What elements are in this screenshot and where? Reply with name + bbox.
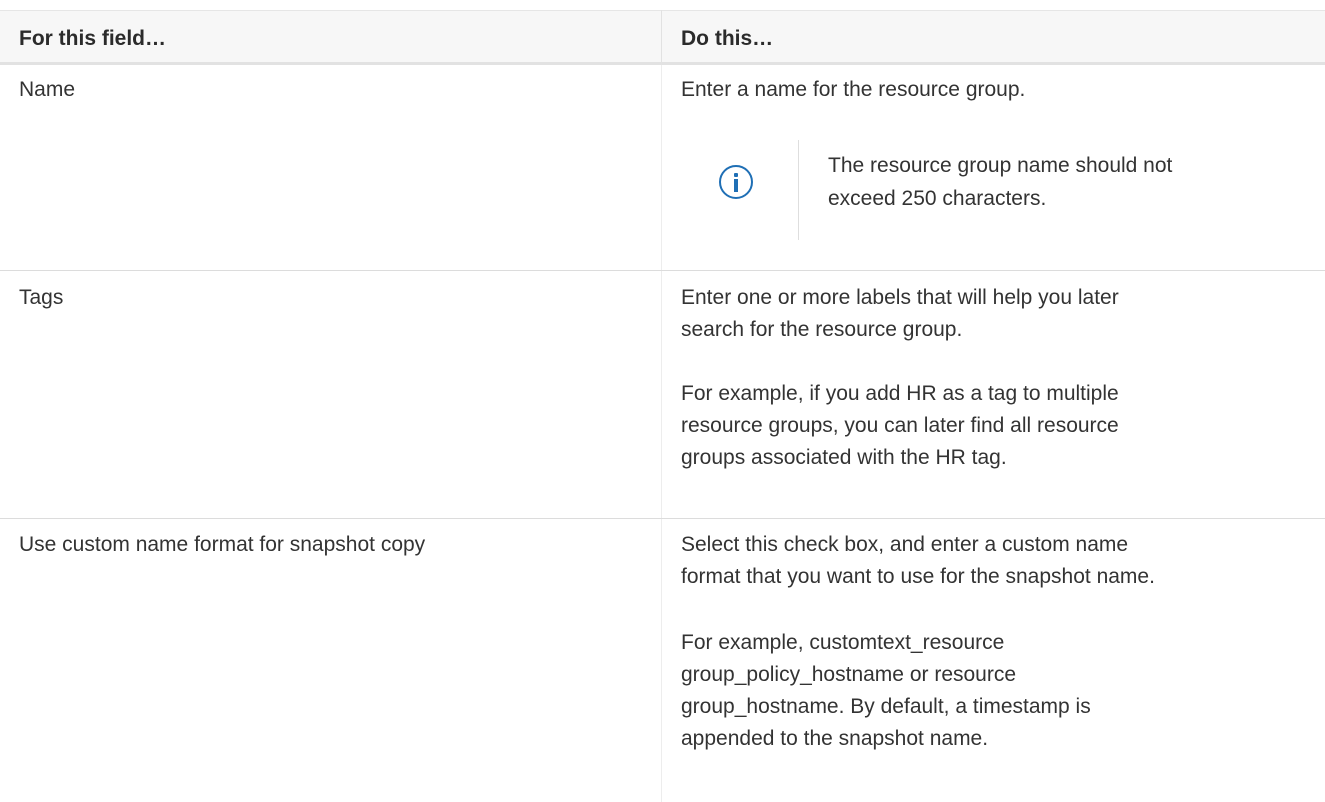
row-tags-field: Tags [19,286,64,309]
text-line: group_policy_hostname or resource [681,663,1017,686]
table-header: For this field… Do this… [0,10,1325,65]
text-line: search for the resource group. [681,318,963,341]
row-custom-name-example: For example, customtext_resource group_p… [681,627,1311,755]
text-line: Enter one or more labels that will help … [681,286,1119,309]
text-line: Select this check box, and enter a custo… [681,533,1129,556]
note-box: The resource group name should not excee… [700,140,1310,240]
row-custom-name-field: Use custom name format for snapshot copy [19,533,426,556]
row-divider [0,518,1325,519]
text-line: format that you want to use for the snap… [681,565,1155,588]
row-name-field: Name [19,78,76,101]
row-tags-action: Enter one or more labels that will help … [681,282,1311,346]
info-icon [719,165,753,199]
text-line: groups associated with the HR tag. [681,446,1007,469]
header-field: For this field… [19,27,166,50]
row-name-action: Enter a name for the resource group. [681,78,1026,101]
note-text: The resource group name should not excee… [828,149,1288,215]
note-line: The resource group name should not [828,154,1173,177]
row-tags-example: For example, if you add HR as a tag to m… [681,378,1311,474]
text-line: For example, if you add HR as a tag to m… [681,382,1119,405]
text-line: appended to the snapshot name. [681,727,989,750]
header-column-divider [661,10,662,65]
text-line: For example, customtext_resource [681,631,1005,654]
header-action: Do this… [681,27,774,50]
fields-table: For this field… Do this… Name Enter a na… [0,10,1325,802]
row-divider [0,270,1325,271]
column-divider [661,65,662,802]
note-line: exceed 250 characters. [828,187,1047,210]
note-divider [798,140,799,240]
text-line: group_hostname. By default, a timestamp … [681,695,1091,718]
row-custom-name-action: Select this check box, and enter a custo… [681,529,1321,593]
text-line: resource groups, you can later find all … [681,414,1119,437]
